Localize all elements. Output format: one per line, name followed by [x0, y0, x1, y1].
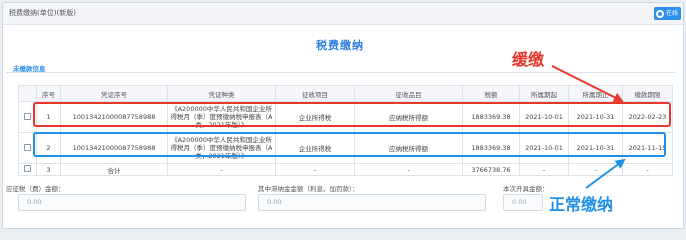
end-cell: 2021-10-31 — [568, 101, 623, 133]
total-amount-cell: 3766738.76 — [462, 163, 520, 176]
row-checkbox-cell — [18, 132, 37, 164]
start-cell: 2021-10-01 — [519, 101, 569, 133]
online-label: 在线 — [665, 10, 678, 17]
voucher-type-cell: - — [167, 163, 276, 176]
normal-payment-label: 正常缴纳 — [549, 195, 614, 214]
table-row[interactable]: 1 10013421000087758988 《A200000中华人民共和国企业… — [18, 101, 673, 133]
total-label-cell: 合计 — [60, 163, 168, 176]
header-deadline: 缴款期限 — [622, 85, 673, 102]
start-cell: - — [519, 163, 569, 176]
item-cell: - — [354, 163, 463, 176]
end-cell: 2021-10-31 — [568, 132, 623, 164]
section-divider — [6, 72, 676, 73]
deadline-cell: - — [622, 163, 673, 176]
header-voucher-type: 凭证种类 — [167, 85, 276, 102]
deadline-cell: 2022-02-23 — [622, 101, 673, 133]
project-cell: 企业所得税 — [275, 101, 355, 133]
current-amount-field[interactable]: 0.00 — [503, 194, 543, 211]
seq-cell: 2 — [36, 132, 61, 164]
online-service-button[interactable]: 在线 — [653, 7, 681, 20]
row-checkbox[interactable] — [24, 112, 31, 120]
start-cell: 2021-10-01 — [519, 132, 569, 164]
surcharge-amount-label: 其中滞纳金金额（利息、加罚款）： — [258, 185, 359, 193]
header-project: 征收项目 — [275, 85, 355, 102]
chat-icon — [655, 9, 664, 18]
amount-cell: 1883369.38 — [462, 132, 520, 164]
voucher-type-cell: 《A200000中华人民共和国企业所得税月（季）度预缴纳税申报表（A类，2021… — [167, 132, 276, 164]
header-seq: 序号 — [36, 85, 61, 102]
table-header-row: 序号 凭证序号 凭证种类 征收项目 征收品目 税额 所属期起 所属期止 缴款期限 — [18, 85, 673, 102]
header-start: 所属期起 — [519, 85, 569, 102]
project-cell: - — [275, 163, 355, 176]
seq-cell: 1 — [36, 101, 61, 133]
header-item: 征收品目 — [354, 85, 463, 102]
header-amount: 税额 — [462, 85, 520, 102]
top-bar: 税费缴纳(单位)(新版) 在线 — [3, 3, 683, 25]
table-row[interactable]: 2 10013421000087758988 《A200000中华人民共和国企业… — [18, 132, 673, 164]
late-payment-label: 缓缴 — [512, 50, 545, 69]
item-cell: 应纳税所得额 — [354, 101, 463, 133]
project-cell: 企业所得税 — [275, 132, 355, 164]
row-checkbox[interactable] — [24, 165, 31, 172]
row-checkbox-cell — [18, 101, 37, 133]
voucher-no-cell: 10013421000087758988 — [60, 101, 168, 133]
header-voucher-no: 凭证序号 — [60, 85, 168, 102]
amount-cell: 1883369.38 — [462, 101, 520, 133]
due-amount-field[interactable]: 0.00 — [18, 194, 246, 211]
seq-cell: 3 — [36, 163, 61, 176]
due-amount-label: 应征税（费）金额： — [6, 185, 65, 193]
breadcrumb: 税费缴纳(单位)(新版) — [9, 9, 76, 17]
header-checkbox-cell — [18, 85, 37, 102]
table-total-row: 3 合计 - - - 3766738.76 - - - — [18, 163, 673, 176]
header-end: 所属期止 — [568, 85, 623, 102]
row-checkbox-cell — [18, 163, 37, 176]
end-cell: - — [568, 163, 623, 176]
voucher-no-cell: 10013421000087758988 — [60, 132, 168, 164]
unpaid-table: 序号 凭证序号 凭证种类 征收项目 征收品目 税额 所属期起 所属期止 缴款期限… — [18, 85, 673, 176]
deadline-cell: 2021-11-15 — [622, 132, 673, 164]
voucher-type-cell: 《A200000中华人民共和国企业所得税月（季）度预缴纳税申报表（A类，2021… — [167, 101, 276, 133]
item-cell: 应纳税所得额 — [354, 132, 463, 164]
row-checkbox[interactable] — [24, 143, 31, 151]
surcharge-amount-field[interactable]: 0.00 — [258, 194, 486, 211]
current-amount-label: 本次开具金额： — [503, 185, 549, 193]
page-title: 税费缴纳 — [316, 39, 364, 52]
